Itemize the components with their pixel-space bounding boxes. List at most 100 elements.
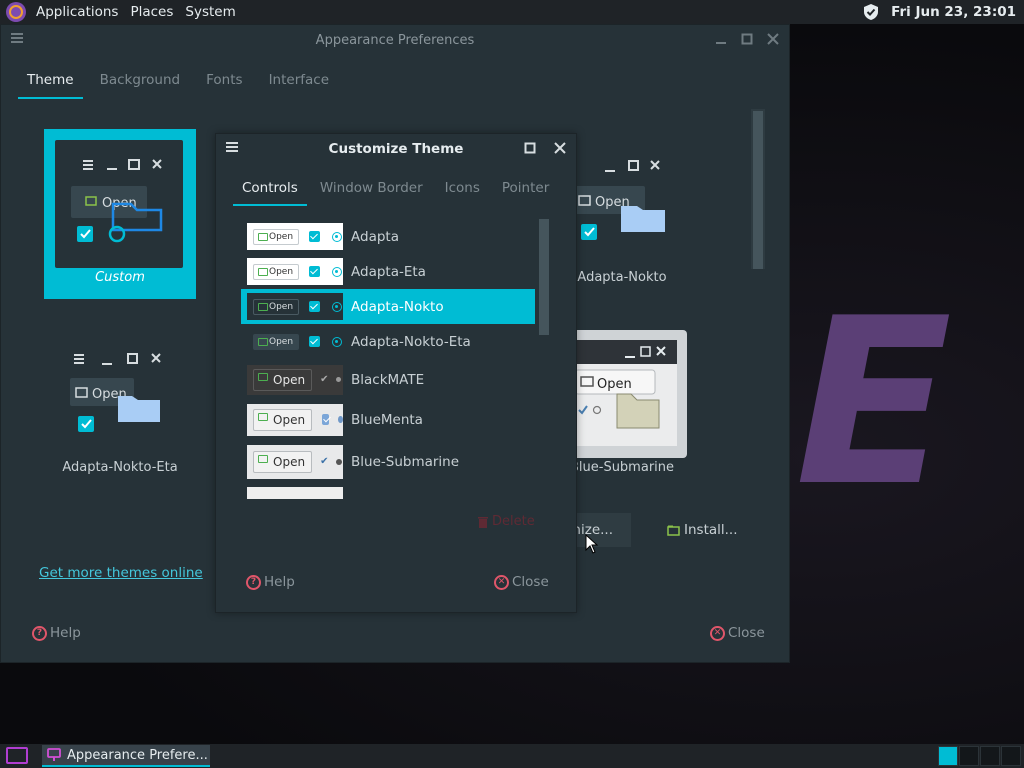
window-titlebar[interactable]: Appearance Preferences <box>1 25 789 55</box>
maximize-icon[interactable] <box>739 31 755 47</box>
list-item-blackmate[interactable]: Open ✔ BlackMATE <box>241 361 535 398</box>
mate-logo-icon[interactable] <box>6 2 26 22</box>
theme-name: Custom <box>95 270 145 285</box>
taskbar-item-label: Appearance Prefere... <box>67 747 208 763</box>
close-icon[interactable] <box>765 31 781 47</box>
tab-theme[interactable]: Theme <box>18 67 83 99</box>
theme-tile-adapta-nokto-eta[interactable]: Open Adapta-Nokto-Eta <box>44 319 196 489</box>
list-item-adapta-eta[interactable]: Open Adapta-Eta <box>241 254 535 289</box>
theme-preview: Open <box>55 140 183 268</box>
window-title: Appearance Preferences <box>315 32 475 48</box>
dialog-tab-bar: Controls Window Border Icons Pointer <box>216 174 576 206</box>
close-circle-icon: ✕ <box>494 574 509 590</box>
folder-icon <box>667 525 680 536</box>
radio-icon <box>336 458 343 465</box>
maximize-icon[interactable] <box>522 140 538 156</box>
tab-pointer[interactable]: Pointer <box>493 174 558 206</box>
theme-preview: Open <box>66 330 174 458</box>
workspace-2[interactable] <box>959 746 979 766</box>
theme-thumbnail: Open <box>247 328 343 355</box>
dialog-title: Customize Theme <box>328 141 464 157</box>
close-label: Close <box>512 574 549 590</box>
radio-icon <box>332 336 343 347</box>
delete-button: Delete <box>478 514 535 529</box>
radio-icon <box>332 266 343 277</box>
install-button[interactable]: Install... <box>667 513 738 547</box>
workspace-3[interactable] <box>980 746 1000 766</box>
list-item-label: Adapta-Nokto <box>351 298 444 315</box>
workspace-4[interactable] <box>1001 746 1021 766</box>
theme-preview: Open <box>569 330 687 458</box>
workspace-1[interactable] <box>938 746 958 766</box>
customize-theme-dialog: Customize Theme Controls Window Border I… <box>215 133 577 613</box>
themes-scroll-thumb[interactable] <box>753 111 763 269</box>
theme-thumbnail <box>247 487 343 499</box>
list-item-label: Adapta-Eta <box>351 263 426 280</box>
tab-window-border[interactable]: Window Border <box>311 174 432 206</box>
help-icon: ? <box>246 574 261 590</box>
theme-tile-custom[interactable]: Open Custom <box>44 129 196 299</box>
list-item-bluementa[interactable]: Open BlueMenta <box>241 401 535 438</box>
custom-preview-icon: Open <box>71 159 163 243</box>
tab-interface[interactable]: Interface <box>260 67 338 99</box>
tab-icons[interactable]: Icons <box>436 174 489 206</box>
wallpaper-text: E <box>795 270 952 537</box>
list-scroll-thumb[interactable] <box>539 219 549 335</box>
dialog-close-button[interactable]: ✕ Close <box>494 574 549 590</box>
panel-tray: Fri Jun 23, 23:01 <box>863 0 1016 24</box>
help-button[interactable]: ? Help <box>32 625 81 641</box>
menu-places[interactable]: Places <box>124 0 179 24</box>
menu-system[interactable]: System <box>179 0 241 24</box>
list-item-adapta-nokto-eta[interactable]: Open Adapta-Nokto-Eta <box>241 324 535 359</box>
tab-fonts[interactable]: Fonts <box>197 67 251 99</box>
list-item-adapta-nokto[interactable]: Open Adapta-Nokto <box>241 289 535 324</box>
check-icon: ✔ <box>320 374 329 385</box>
taskbar-item-appearance[interactable]: Appearance Prefere... <box>42 745 210 767</box>
theme-thumbnail: Open ✔ <box>247 364 343 395</box>
adapta-nokto-eta-preview-icon: Open <box>70 353 161 432</box>
tab-background[interactable]: Background <box>91 67 190 99</box>
dialog-titlebar[interactable]: Customize Theme <box>216 134 576 164</box>
list-item-adapta[interactable]: Open Adapta <box>241 219 535 254</box>
menu-applications[interactable]: Applications <box>30 0 124 24</box>
shield-icon[interactable] <box>863 3 879 21</box>
check-icon <box>322 414 330 425</box>
list-item-label: Blue-Submarine <box>351 453 460 470</box>
help-icon: ? <box>32 625 47 641</box>
appearance-app-icon <box>47 748 61 761</box>
theme-thumbnail: Open <box>247 223 343 250</box>
trash-icon <box>478 516 488 528</box>
list-item-blue-submarine[interactable]: Open ✔ Blue-Submarine <box>241 443 535 480</box>
delete-label: Delete <box>492 514 535 529</box>
theme-name: Adapta-Nokto-Eta <box>62 460 178 475</box>
dialog-help-button[interactable]: ? Help <box>246 574 295 590</box>
close-icon[interactable] <box>552 140 568 156</box>
controls-theme-list[interactable]: Open Adapta Open Adapta-Eta Open Adapta-… <box>241 219 551 499</box>
list-item-label: BlueMenta <box>351 411 423 428</box>
help-label: Help <box>50 625 81 641</box>
bottom-panel: Appearance Prefere... <box>0 744 1024 768</box>
theme-preview: Open <box>569 140 677 268</box>
get-more-themes-link[interactable]: Get more themes online <box>39 565 203 581</box>
workspace-switcher[interactable] <box>938 746 1021 766</box>
window-menu-icon[interactable] <box>11 33 23 43</box>
theme-thumbnail: Open <box>247 403 343 436</box>
adapta-nokto-preview-icon: Open <box>571 160 665 240</box>
svg-text:Open: Open <box>597 377 632 392</box>
theme-thumbnail: Open ✔ <box>247 444 343 479</box>
tab-controls[interactable]: Controls <box>233 174 307 206</box>
show-desktop-icon[interactable] <box>6 747 28 764</box>
check-icon <box>309 231 321 242</box>
mouse-cursor-icon <box>585 534 599 554</box>
radio-icon <box>338 416 343 423</box>
close-label: Close <box>728 625 765 641</box>
radio-icon <box>332 231 343 242</box>
minimize-icon[interactable] <box>713 31 729 47</box>
check-icon <box>309 336 321 347</box>
clock[interactable]: Fri Jun 23, 23:01 <box>891 4 1016 20</box>
dialog-menu-icon[interactable] <box>226 142 238 152</box>
theme-thumbnail: Open <box>247 293 343 320</box>
close-button[interactable]: ✕ Close <box>710 625 765 641</box>
radio-icon <box>332 301 343 312</box>
top-panel: Applications Places System Fri Jun 23, 2… <box>0 0 1024 24</box>
